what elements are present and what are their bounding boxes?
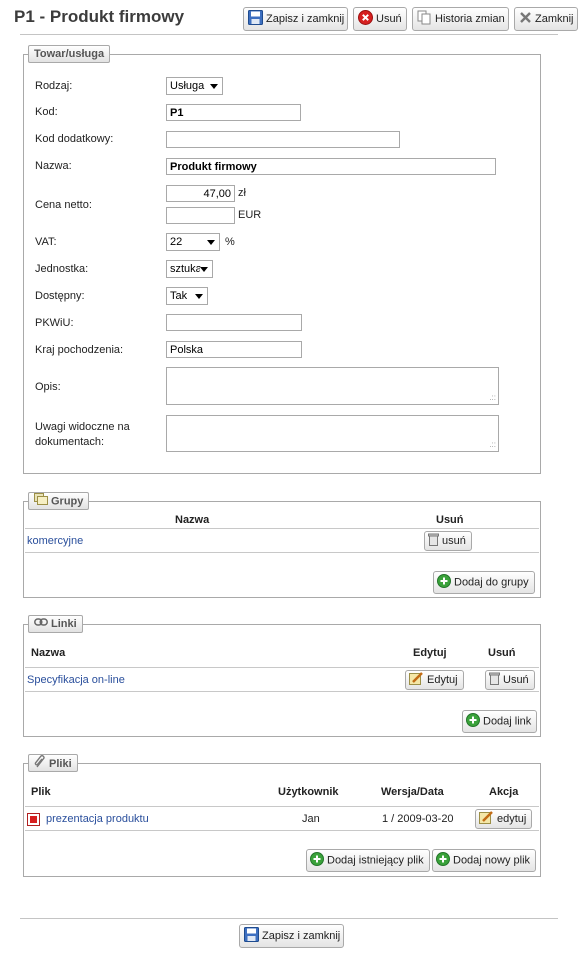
footer-divider xyxy=(20,918,558,919)
files-col-version: Wersja/Data xyxy=(381,786,444,798)
pkwiu-input[interactable] xyxy=(166,314,302,331)
link-edit-button[interactable]: Edytuj xyxy=(405,670,464,690)
links-header-line xyxy=(25,667,539,668)
header-bar: P1 - Produkt firmowy Zapisz i zamknij Us… xyxy=(0,0,583,34)
kod-dodatkowy-input[interactable] xyxy=(166,131,400,148)
add-existing-file-button[interactable]: Dodaj istniejący plik xyxy=(306,849,430,872)
files-section-legend: Pliki xyxy=(28,754,78,772)
pencil-note-icon xyxy=(479,811,494,827)
document-copy-icon xyxy=(417,10,432,28)
links-row-line xyxy=(25,691,539,692)
chevron-down-icon xyxy=(207,240,215,245)
kod-dodatkowy-label: Kod dodatkowy: xyxy=(35,133,114,145)
groups-col-name: Nazwa xyxy=(175,514,210,526)
dostepny-select[interactable]: Tak xyxy=(166,287,208,305)
vat-unit: % xyxy=(225,236,235,248)
green-plus-circle-icon xyxy=(466,713,480,730)
pkwiu-label: PKWiU: xyxy=(35,317,74,329)
chain-link-icon xyxy=(34,616,48,632)
cena-netto-pln-input[interactable] xyxy=(166,185,235,202)
green-plus-circle-icon xyxy=(436,852,450,869)
header-divider xyxy=(20,34,558,35)
trash-can-icon xyxy=(489,672,500,688)
add-to-group-button[interactable]: Dodaj do grupy xyxy=(433,571,535,594)
gray-x-icon xyxy=(519,11,532,27)
floppy-disk-icon xyxy=(244,927,259,945)
files-col-action: Akcja xyxy=(489,786,519,798)
file-link-prezentacja[interactable]: prezentacja produktu xyxy=(46,813,149,825)
files-row-line xyxy=(25,830,539,831)
green-plus-circle-icon xyxy=(310,852,324,869)
link-delete-button[interactable]: Usuń xyxy=(485,670,535,690)
file-edit-button[interactable]: edytuj xyxy=(475,809,533,829)
uwagi-textarea[interactable]: .:: xyxy=(166,415,499,452)
uwagi-label: Uwagi widoczne na dokumentach: xyxy=(35,421,130,448)
pencil-note-icon xyxy=(409,672,424,688)
groups-row-line xyxy=(25,552,539,553)
chevron-down-icon xyxy=(200,267,208,272)
link-specyfikacja[interactable]: Specyfikacja on-line xyxy=(27,674,125,686)
nazwa-input[interactable] xyxy=(166,158,496,175)
links-col-edit: Edytuj xyxy=(413,647,447,659)
groups-header-line xyxy=(25,528,539,529)
cena-netto-label: Cena netto: xyxy=(35,199,92,211)
pdf-file-icon xyxy=(27,813,40,829)
cena-netto-eur-input[interactable] xyxy=(166,207,235,224)
files-header-line xyxy=(25,806,539,807)
opis-textarea[interactable]: .:: xyxy=(166,367,499,405)
files-col-user: Użytkownik xyxy=(278,786,339,798)
resize-grip-icon[interactable]: .:: xyxy=(489,394,496,402)
links-col-delete: Usuń xyxy=(488,647,516,659)
trash-can-icon xyxy=(428,533,439,549)
close-button[interactable]: Zamknij xyxy=(514,7,578,31)
floppy-disk-icon xyxy=(248,10,263,28)
jednostka-select[interactable]: sztuka xyxy=(166,260,213,278)
kod-input[interactable] xyxy=(166,104,301,121)
save-and-close-button[interactable]: Zapisz i zamknij xyxy=(243,7,348,31)
cena-eur-unit: EUR xyxy=(238,209,262,221)
file-version-cell: 1 / 2009-03-20 xyxy=(382,813,454,825)
red-x-circle-icon xyxy=(358,10,373,28)
links-section-legend: Linki xyxy=(28,615,83,633)
chevron-down-icon xyxy=(210,84,218,89)
groups-section-legend: Grupy xyxy=(28,492,90,510)
opis-label: Opis: xyxy=(35,381,61,393)
file-user-cell: Jan xyxy=(302,813,320,825)
resize-grip-icon[interactable]: .:: xyxy=(489,441,496,449)
green-plus-circle-icon xyxy=(437,574,451,591)
history-button[interactable]: Historia zmian xyxy=(412,7,509,31)
group-delete-button[interactable]: usuń xyxy=(424,531,472,551)
add-new-file-button[interactable]: Dodaj nowy plik xyxy=(432,849,537,872)
kraj-input[interactable] xyxy=(166,341,302,358)
add-link-button[interactable]: Dodaj link xyxy=(462,710,538,733)
jednostka-label: Jednostka: xyxy=(35,263,89,275)
vat-select[interactable]: 22 xyxy=(166,233,220,251)
groups-col-delete: Usuń xyxy=(436,514,464,526)
cena-pln-unit: zł xyxy=(238,187,246,199)
dostepny-label: Dostępny: xyxy=(35,290,85,302)
group-link-komercyjne[interactable]: komercyjne xyxy=(27,535,83,547)
folders-icon xyxy=(34,493,48,510)
product-form: Rodzaj: Usługa Kod: Kod dodatkowy: Nazwa… xyxy=(23,54,541,474)
nazwa-label: Nazwa: xyxy=(35,160,72,172)
files-col-file: Plik xyxy=(31,786,51,798)
vat-label: VAT: xyxy=(35,236,57,248)
page-title: P1 - Produkt firmowy xyxy=(14,7,185,26)
footer-save-and-close-button[interactable]: Zapisz i zamknij xyxy=(239,924,344,948)
rodzaj-label: Rodzaj: xyxy=(35,80,73,92)
links-col-name: Nazwa xyxy=(31,647,66,659)
paperclip-icon xyxy=(34,755,46,773)
kod-label: Kod: xyxy=(35,106,58,118)
rodzaj-select[interactable]: Usługa xyxy=(166,77,223,95)
kraj-label: Kraj pochodzenia: xyxy=(35,344,124,356)
delete-button[interactable]: Usuń xyxy=(353,7,407,31)
chevron-down-icon xyxy=(195,294,203,299)
